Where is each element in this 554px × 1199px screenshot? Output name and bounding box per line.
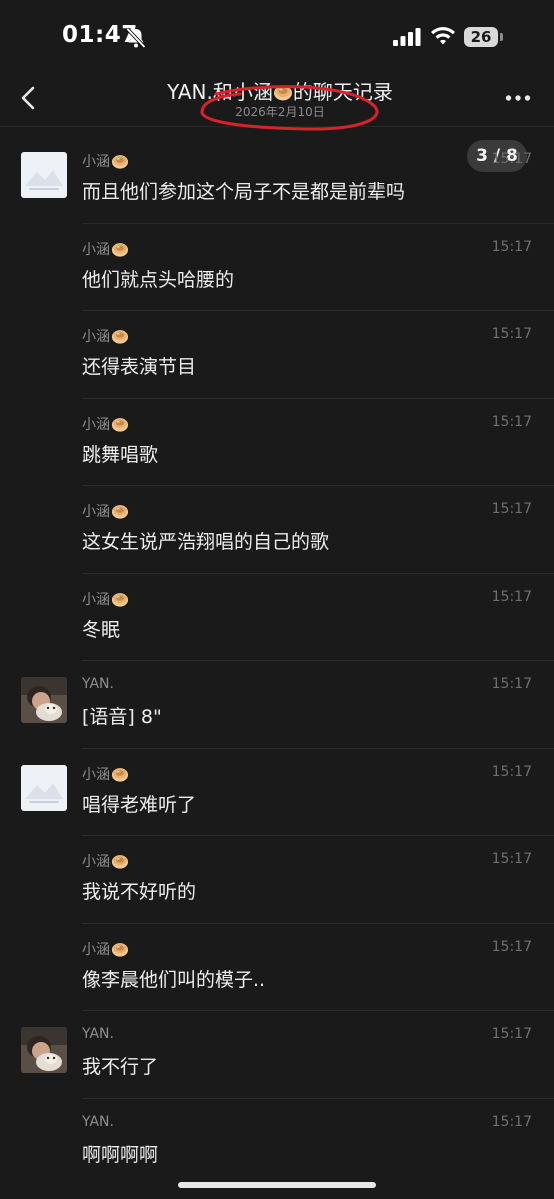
message-text: 啊啊啊啊 <box>82 1143 159 1166</box>
sender-name: YAN. <box>82 676 114 692</box>
bun-emoji-icon <box>111 590 129 608</box>
message-row[interactable]: 小涵 15:17 跳舞唱歌 <box>0 399 554 486</box>
message-time: 15:17 <box>491 1026 532 1042</box>
message-time: 15:17 <box>491 326 532 342</box>
message-text: 跳舞唱歌 <box>82 443 159 466</box>
wifi-icon <box>431 27 455 45</box>
voice-message-text[interactable]: [语音] 8" <box>82 702 162 729</box>
title-suffix: 的聊天记录 <box>292 80 393 104</box>
bun-emoji-icon <box>111 765 129 783</box>
status-bar: 01:47 26 <box>0 0 554 70</box>
message-row[interactable]: 小涵 15:17 还得表演节目 <box>0 311 554 399</box>
message-time: 15:17 <box>491 676 532 692</box>
battery-cap <box>500 33 503 41</box>
sender-name: 小涵 <box>82 326 129 346</box>
message-time: 15:17 <box>491 413 532 430</box>
sender-name: 小涵 <box>82 414 129 434</box>
message-text: 冬眠 <box>82 618 121 641</box>
message-row[interactable]: YAN. 15:17 我不行了 <box>0 1011 554 1099</box>
sender-name: YAN. <box>82 1026 114 1042</box>
message-text: 这女生说严浩翔唱的自己的歌 <box>82 531 330 553</box>
bell-off-icon <box>126 27 146 49</box>
sender-name: 小涵 <box>82 851 129 871</box>
message-text: 像李晨他们叫的模子.. <box>82 968 266 991</box>
home-indicator[interactable] <box>178 1182 376 1188</box>
page-subtitle-date: 2026年2月10日 <box>235 105 325 119</box>
message-row[interactable]: 小涵 15:17 而且他们参加这个局子不是都是前辈吗 <box>0 136 554 224</box>
bun-emoji-icon <box>111 502 129 520</box>
avatar-placeholder[interactable] <box>21 152 67 198</box>
sender-name: 小涵 <box>82 939 129 959</box>
more-dots-icon[interactable] <box>505 94 531 102</box>
message-row[interactable]: 小涵 15:17 冬眠 <box>0 574 554 661</box>
message-row[interactable]: 小涵 15:17 像李晨他们叫的模子.. <box>0 924 554 1011</box>
sender-name: 小涵 <box>82 589 129 609</box>
message-time: 15:17 <box>491 501 532 517</box>
sender-name: 小涵 <box>82 151 129 171</box>
bun-emoji-icon <box>111 940 129 958</box>
message-row[interactable]: YAN. 15:17 啊啊啊啊 <box>0 1099 554 1187</box>
message-time: 15:17 <box>491 763 532 780</box>
bun-emoji-icon <box>111 327 129 345</box>
message-row[interactable]: 小涵 15:17 他们就点头哈腰的 <box>0 224 554 311</box>
cellular-signal-icon <box>393 28 421 46</box>
chevron-left-icon[interactable] <box>18 84 40 112</box>
message-time: 15:17 <box>491 1113 532 1130</box>
bun-emoji-icon <box>273 82 293 102</box>
message-time: 15:17 <box>491 588 532 605</box>
bun-emoji-icon <box>111 152 129 170</box>
sender-name: YAN. <box>82 1113 114 1130</box>
message-text: 他们就点头哈腰的 <box>82 268 235 291</box>
sender-name: 小涵 <box>82 764 129 784</box>
sender-name: 小涵 <box>82 239 129 259</box>
battery-indicator: 26 <box>464 27 504 47</box>
bun-emoji-icon <box>111 852 129 870</box>
avatar-photo[interactable] <box>21 677 67 723</box>
message-row[interactable]: 小涵 15:17 这女生说严浩翔唱的自己的歌 <box>0 486 554 574</box>
message-time: 15:17 <box>491 938 532 955</box>
battery-level: 26 <box>470 28 492 46</box>
avatar-placeholder[interactable] <box>21 764 67 811</box>
bun-emoji-icon <box>111 240 129 258</box>
message-text: 还得表演节目 <box>82 356 197 378</box>
sender-name: 小涵 <box>82 501 129 521</box>
avatar-photo[interactable] <box>21 1027 67 1073</box>
chat-record-list: 小涵 15:17 而且他们参加这个局子不是都是前辈吗 小涵 15:17 他们就点… <box>0 136 554 1186</box>
message-row[interactable]: YAN. 15:17 [语音] 8" <box>0 661 554 749</box>
page-title: YAN.和小涵 的聊天记录 <box>120 76 440 105</box>
message-row[interactable]: 小涵 15:17 唱得老难听了 <box>0 749 554 836</box>
title-prefix: YAN.和小涵 <box>167 80 273 104</box>
message-time: 15:17 <box>491 238 532 255</box>
nav-bar: YAN.和小涵 的聊天记录 2026年2月10日 <box>0 70 554 127</box>
message-text: 我说不好听的 <box>82 881 197 903</box>
message-row[interactable]: 小涵 15:17 我说不好听的 <box>0 836 554 924</box>
bun-emoji-icon <box>111 415 129 433</box>
message-text: 我不行了 <box>82 1056 159 1078</box>
message-time: 15:17 <box>491 851 532 867</box>
message-text: 唱得老难听了 <box>82 793 197 816</box>
message-text: 而且他们参加这个局子不是都是前辈吗 <box>82 181 406 203</box>
message-time: 15:17 <box>491 151 532 167</box>
